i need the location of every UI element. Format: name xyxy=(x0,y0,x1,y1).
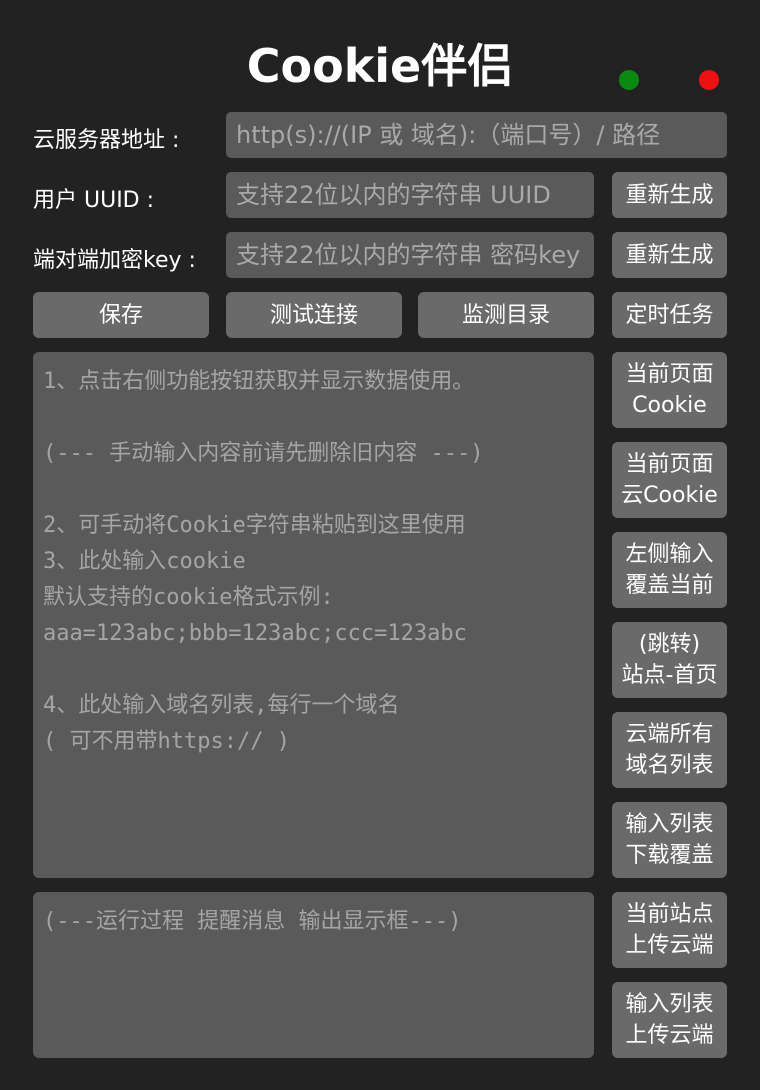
server-address-input[interactable] xyxy=(226,112,727,158)
encryption-key-input[interactable] xyxy=(226,232,594,278)
download-overwrite-list-button[interactable]: 输入列表 下载覆盖 xyxy=(612,802,727,878)
uuid-label: 用户 UUID : xyxy=(33,188,155,213)
regenerate-key-button[interactable]: 重新生成 xyxy=(612,232,727,278)
status-indicator-red xyxy=(699,70,719,90)
upload-current-site-button[interactable]: 当前站点 上传云端 xyxy=(612,892,727,968)
monitor-directory-button[interactable]: 监测目录 xyxy=(418,292,594,338)
app-title: Cookie伴侣 xyxy=(246,39,514,93)
regenerate-uuid-button[interactable]: 重新生成 xyxy=(612,172,727,218)
output-message-textarea[interactable] xyxy=(33,892,594,1058)
current-page-cookie-button[interactable]: 当前页面 Cookie xyxy=(612,352,727,428)
test-connection-button[interactable]: 测试连接 xyxy=(226,292,402,338)
server-address-label: 云服务器地址 : xyxy=(33,128,180,153)
encryption-key-label: 端对端加密key : xyxy=(33,248,196,273)
jump-site-home-button[interactable]: (跳转) 站点-首页 xyxy=(612,622,727,698)
cloud-domain-list-button[interactable]: 云端所有 域名列表 xyxy=(612,712,727,788)
upload-input-list-button[interactable]: 输入列表 上传云端 xyxy=(612,982,727,1058)
uuid-input[interactable] xyxy=(226,172,594,218)
scheduled-task-button[interactable]: 定时任务 xyxy=(612,292,727,338)
save-button[interactable]: 保存 xyxy=(33,292,209,338)
overwrite-current-button[interactable]: 左侧输入 覆盖当前 xyxy=(612,532,727,608)
cookie-input-textarea[interactable] xyxy=(33,352,594,878)
current-page-cloud-cookie-button[interactable]: 当前页面 云Cookie xyxy=(612,442,727,518)
status-indicator-green xyxy=(619,70,639,90)
